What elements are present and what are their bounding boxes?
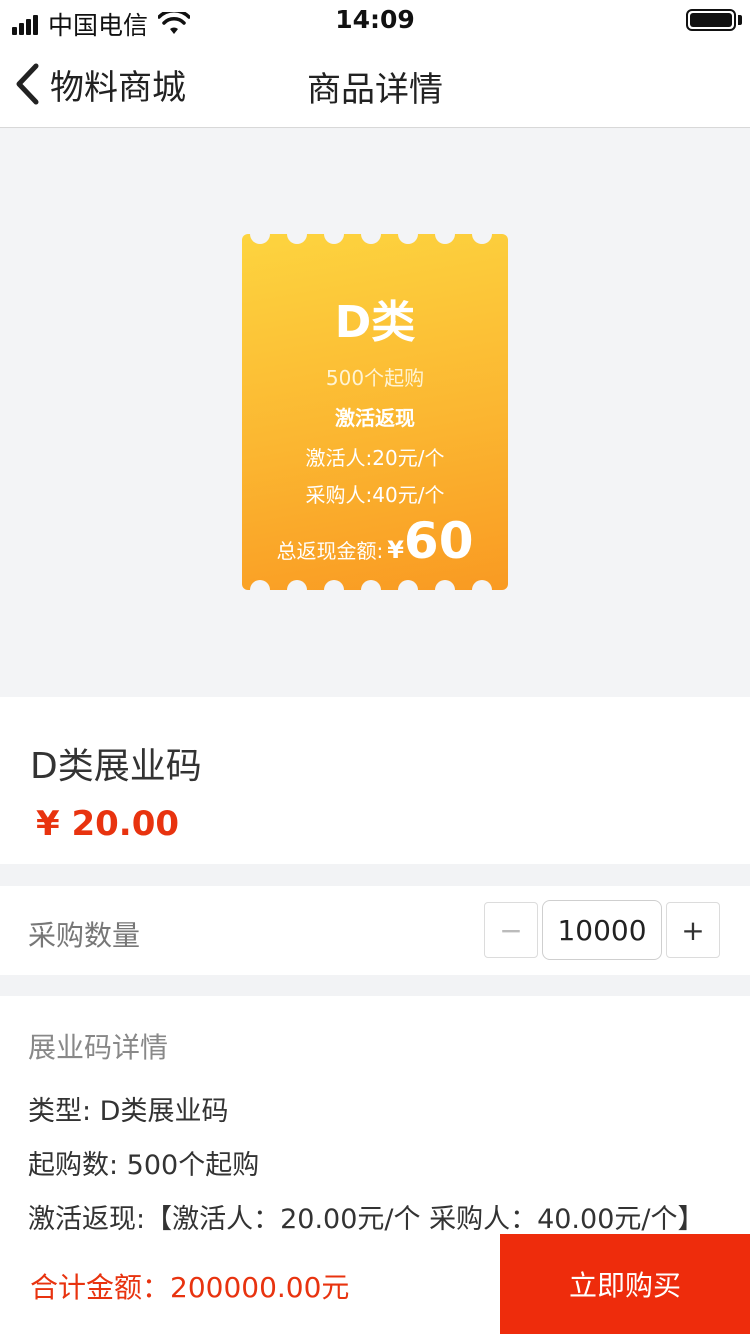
total-amount: 合计金额：200000.00元 <box>30 1271 350 1304</box>
ticket-title: D类 <box>334 297 416 348</box>
quantity-input[interactable] <box>542 900 662 960</box>
buy-now-button[interactable]: 立即购买 <box>500 1234 750 1334</box>
ticket-total-amount: 60 <box>403 512 474 570</box>
detail-min-purchase: 起购数: 500个起购 <box>28 1150 260 1181</box>
ticket-activator-reward: 激活人:20元/个 <box>305 446 445 470</box>
quantity-stepper: − + <box>484 900 720 960</box>
details-title: 展业码详情 <box>28 1031 169 1064</box>
product-image-area: D类 500个起购 激活返现 激活人:20元/个 采购人:40元/个 总返现金额… <box>0 129 750 697</box>
ticket-total-currency: ¥ <box>387 536 404 564</box>
detail-type: 类型: D类展业码 <box>28 1096 229 1127</box>
product-info: D类展业码 ¥ 20.00 <box>0 697 750 864</box>
quantity-row: 采购数量 − + <box>0 886 750 975</box>
product-price: ¥ 20.00 <box>36 804 180 844</box>
ticket-purchaser-reward: 采购人:40元/个 <box>305 483 445 507</box>
quantity-label: 采购数量 <box>28 919 141 952</box>
status-bar: 中国电信 14:09 <box>0 0 750 40</box>
product-name: D类展业码 <box>30 746 202 787</box>
status-time: 14:09 <box>335 5 415 34</box>
battery-icon <box>686 9 736 31</box>
bottom-bar: 合计金额：200000.00元 立即购买 <box>0 1234 750 1334</box>
ticket-total-label: 总返现金额: <box>276 539 384 563</box>
ticket-mode: 激活返现 <box>335 406 415 430</box>
nav-bar: 物料商城 商品详情 <box>0 40 750 128</box>
battery-tip <box>738 15 742 25</box>
increase-button[interactable]: + <box>666 902 720 958</box>
ticket-min-purchase: 500个起购 <box>325 366 425 390</box>
page-title: 商品详情 <box>307 70 443 110</box>
detail-cashback: 激活返现:【激活人：20.00元/个 采购人：40.00元/个】 <box>28 1204 705 1235</box>
ticket-total: 总返现金额: ¥ 60 <box>242 512 508 570</box>
coupon-ticket: D类 500个起购 激活返现 激活人:20元/个 采购人:40元/个 总返现金额… <box>242 224 508 600</box>
decrease-button[interactable]: − <box>484 902 538 958</box>
